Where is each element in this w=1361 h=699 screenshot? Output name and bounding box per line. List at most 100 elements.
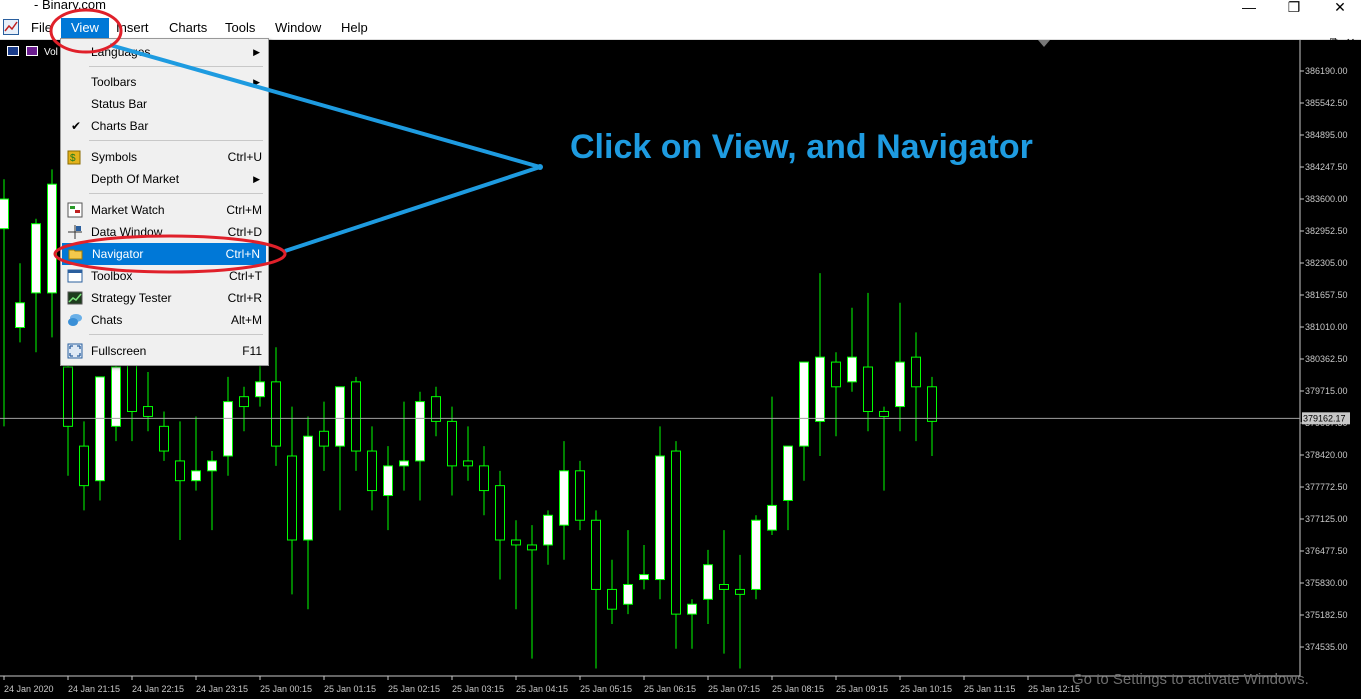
time-tick-label: 25 Jan 04:15 [516,684,568,694]
menu-view[interactable]: View [61,18,109,38]
candle-body [863,366,873,413]
menu-window[interactable]: Window [275,20,321,35]
candle-body [879,411,889,417]
time-tick-label: 25 Jan 07:15 [708,684,760,694]
menu-item-data-window[interactable]: Data Window Ctrl+D [61,221,268,243]
menu-item-depth-of-market[interactable]: Depth Of Market ▶ [61,168,268,190]
time-tick-label: 24 Jan 2020 [4,684,54,694]
candle-body [319,430,329,447]
minimize-button[interactable]: — [1229,0,1269,17]
chart-label-group: Vol [7,46,58,58]
menu-item-label: Depth Of Market [91,172,180,186]
candle-body [671,450,681,615]
menu-help[interactable]: Help [341,20,368,35]
price-tick-label: 377772.50 [1305,482,1348,492]
menu-item-label: Fullscreen [91,344,147,358]
candle-body [751,519,761,590]
candle-body [639,574,649,581]
candle-body [607,588,617,610]
candle-body [111,366,121,427]
strategy-tester-icon [67,291,83,305]
menu-item-strategy-tester[interactable]: Strategy Tester Ctrl+R [61,287,268,309]
candle-body [543,514,553,546]
symbols-icon: $ [67,150,81,165]
time-tick-label: 25 Jan 09:15 [836,684,888,694]
price-tick-label: 381010.00 [1305,322,1348,332]
candle-body [159,425,169,452]
price-tick-label: 374535.00 [1305,642,1348,652]
candle-body [799,361,809,447]
price-tick-label: 378420.00 [1305,450,1348,460]
menu-item-symbols[interactable]: $ Symbols Ctrl+U [61,146,268,168]
menu-item-toolbars[interactable]: Toolbars ▶ [61,71,268,93]
menu-item-shortcut: Ctrl+N [225,247,260,261]
menu-item-status-bar[interactable]: Status Bar [61,93,268,115]
price-tick-label: 386190.00 [1305,66,1348,76]
activation-watermark: Go to Settings to activate Windows. [1072,671,1309,688]
candle-body [735,588,745,595]
check-icon: ✔ [71,119,82,133]
menu-item-toolbox[interactable]: Toolbox Ctrl+T [61,265,268,287]
price-tick-label: 377125.00 [1305,514,1348,524]
toolbox-icon [67,269,83,283]
candle-body [831,361,841,388]
time-tick-label: 25 Jan 06:15 [644,684,696,694]
close-button[interactable]: ✕ [1320,0,1360,17]
candle-body [95,376,105,482]
candle-body [783,445,793,501]
menu-item-shortcut: Ctrl+D [227,225,262,239]
menu-item-label: Status Bar [91,97,148,111]
menu-item-chats[interactable]: Chats Alt+M [61,309,268,331]
price-tick-label: 381657.50 [1305,290,1348,300]
candle-body [335,386,345,447]
menu-item-label: Navigator [92,247,144,261]
candle-body [527,544,537,551]
price-tick-label: 382952.50 [1305,226,1348,236]
time-tick-label: 25 Jan 05:15 [580,684,632,694]
candle-body [79,445,89,487]
menu-item-label: Market Watch [91,203,165,217]
price-tick-label: 383600.00 [1305,194,1348,204]
time-tick-label: 25 Jan 01:15 [324,684,376,694]
price-tick-label: 384247.50 [1305,162,1348,172]
menu-item-label: Toolbars [91,75,137,89]
candle-body [255,381,265,398]
candle-body [191,470,201,482]
candle-body [767,504,777,531]
menu-charts[interactable]: Charts [169,20,207,35]
time-axis: 24 Jan 2020 24 Jan 21:15 24 Jan 22:15 24 Ja… [3,676,1080,694]
menu-item-navigator[interactable]: Navigator Ctrl+N [62,243,266,265]
chart-symbol-label: Vol [44,47,58,58]
time-tick-label: 24 Jan 22:15 [132,684,184,694]
candle-body [655,455,665,581]
time-tick-label: 25 Jan 11:15 [964,684,1015,694]
menu-file[interactable]: File [31,20,52,35]
candle-body [351,381,361,452]
chart-shift-marker [1038,40,1050,47]
price-tick-label: 379715.00 [1305,386,1348,396]
restore-button[interactable]: ❐ [1274,0,1314,17]
menu-tools[interactable]: Tools [225,20,255,35]
candle-body [31,223,41,294]
menu-insert[interactable]: Insert [116,20,149,35]
menu-item-fullscreen[interactable]: Fullscreen F11 [61,340,268,362]
candle-body [303,435,313,541]
market-watch-icon [67,202,83,218]
menu-bar: File View Insert Charts Tools Window Hel… [0,17,1361,49]
menu-item-languages[interactable]: Languages ▶ [61,41,268,63]
menu-item-label: Languages [91,45,151,59]
menu-item-market-watch[interactable]: Market Watch Ctrl+M [61,199,268,221]
candle-body [207,460,217,472]
candle-body [463,460,473,467]
candle-body [703,564,713,600]
price-tick-label: 375182.50 [1305,610,1348,620]
menu-separator [89,66,263,67]
candle-body [415,401,425,462]
candle-body [511,539,521,546]
menu-item-shortcut: Ctrl+T [229,269,262,283]
candle-body [127,361,137,413]
current-price-label: 379162.17 [1303,413,1346,423]
candle-body [687,603,697,615]
candle-body [431,396,441,422]
menu-item-charts-bar[interactable]: ✔ Charts Bar [61,115,268,137]
